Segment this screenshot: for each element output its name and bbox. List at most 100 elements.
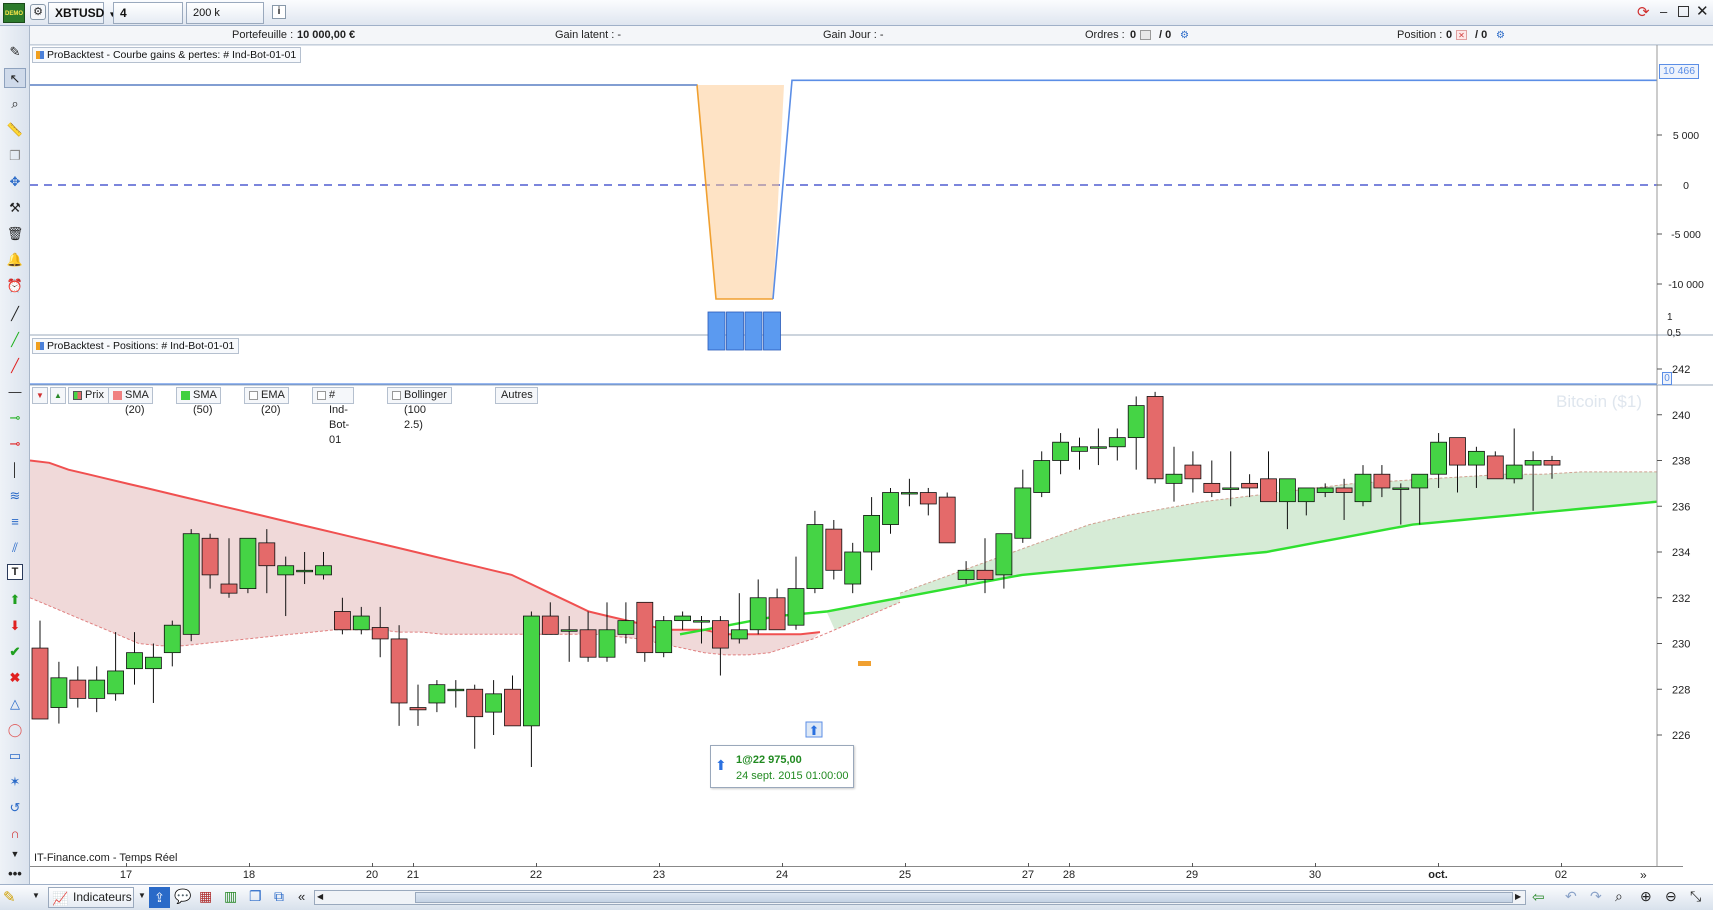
magnet-icon[interactable]: ⚒ (4, 198, 26, 218)
share-icon[interactable]: ⇪ (149, 887, 170, 908)
pattern-icon[interactable]: ✶ (4, 772, 26, 792)
redo-icon[interactable]: ↷ (1590, 888, 1602, 905)
ruler-icon[interactable]: 📏 (4, 120, 26, 140)
candle (409, 684, 427, 726)
scroll-right-icon[interactable]: » (1640, 866, 1647, 884)
horizontal-line-icon[interactable]: — (4, 382, 26, 402)
cross-icon[interactable]: ✖ (4, 668, 26, 688)
candle (145, 643, 162, 703)
more-icon[interactable]: ••• (4, 864, 26, 884)
maximize-icon[interactable] (1678, 6, 1689, 17)
scrollbar-thumb[interactable] (415, 892, 1513, 903)
sell-arrow-icon[interactable]: ⬇ (4, 616, 26, 636)
green-line-icon[interactable]: ╱ (4, 330, 26, 350)
alarm-icon[interactable]: ⏰ (4, 276, 26, 296)
red-ray-icon[interactable]: ⊸ (4, 434, 26, 454)
red-line-icon[interactable]: ╱ (4, 356, 26, 376)
position-gear-icon[interactable]: ⚙ (1496, 26, 1505, 45)
orders-label: Ordres : (1085, 29, 1125, 41)
info-icon[interactable]: i (272, 5, 286, 19)
line-tool-icon[interactable]: ╱ (4, 304, 26, 324)
indicators-icon: 📈 (52, 891, 69, 906)
orders-list-icon[interactable] (1140, 30, 1151, 40)
position-label: Position : (1397, 29, 1443, 41)
candle-up (1090, 446, 1107, 449)
rotate-icon[interactable]: ↺ (4, 798, 26, 818)
scroll-down-icon[interactable]: ▼ (4, 844, 26, 864)
window-icon[interactable]: ❐ (249, 888, 262, 905)
buy-arrow-icon: ⬆ (809, 723, 820, 738)
candle (730, 593, 748, 644)
magnet-snap-icon[interactable]: ∩ (4, 824, 26, 844)
copy-icon[interactable]: ❐ (4, 146, 26, 166)
candle (1014, 469, 1032, 543)
drawing-pen-icon[interactable]: ✎ (3, 888, 27, 907)
check-icon[interactable]: ✔ (4, 642, 26, 662)
triangle-icon[interactable]: △ (4, 694, 26, 714)
position-bar (726, 311, 744, 351)
timeframe-selector[interactable]: 4 heures▼ (113, 2, 183, 40)
candle-down (825, 528, 843, 571)
scroll-left-icon[interactable]: « (298, 889, 305, 904)
sync-icon[interactable]: ⟳ (1637, 4, 1655, 22)
candle-up (674, 615, 691, 622)
levels-icon[interactable]: ≡ (4, 512, 26, 532)
candle (1108, 428, 1126, 461)
candle (107, 632, 124, 701)
candle (1165, 446, 1183, 502)
chart-area[interactable]: Bitcoin ($1) ⬆ 5 000 0 -5 000 -10 000 1 0,5 22… (30, 45, 1713, 866)
green-ray-icon[interactable]: ⊸ (4, 408, 26, 428)
settings-icon[interactable]: ⚙ (30, 4, 46, 20)
candle-up (749, 597, 767, 631)
portfolio-label: Portefeuille : (232, 29, 294, 41)
zoom-out-icon[interactable]: ⊖ (1665, 888, 1677, 905)
zoom-fit-icon[interactable]: ⌕ (1615, 888, 1623, 905)
date-axis-label: 23 (652, 869, 666, 881)
date-axis-label: 24 (775, 869, 789, 881)
expand-view-icon[interactable]: ⤡ (1690, 888, 1701, 905)
date-axis-tick (126, 863, 127, 867)
vertical-line-icon[interactable]: │ (4, 460, 26, 480)
candle-up (598, 629, 616, 658)
indicators-button[interactable]: 📈 Indicateurs (48, 887, 134, 908)
date-axis-label: 18 (242, 869, 256, 881)
undo-icon[interactable]: ↶ (1565, 888, 1577, 905)
candle (1146, 391, 1164, 484)
close-icon[interactable]: ✕ (1696, 3, 1710, 21)
zoom-in-icon[interactable]: ⊕ (1640, 888, 1652, 905)
scroll-arrow-left-icon[interactable]: ◀ (317, 892, 323, 901)
candle (1071, 437, 1088, 470)
chevron-down-icon[interactable]: ▼ (32, 891, 40, 900)
candle (901, 478, 918, 507)
alert-icon[interactable]: 🔔 (4, 250, 26, 270)
zoom-icon[interactable]: ⌕ (4, 94, 26, 114)
units-selector[interactable]: 200 k unités▼ (186, 2, 264, 39)
orders-gear-icon[interactable]: ⚙ (1180, 26, 1189, 45)
candle (882, 487, 899, 534)
text-icon[interactable]: T (7, 564, 23, 580)
pencil-icon[interactable]: ✎ (4, 42, 26, 62)
horizontal-scrollbar[interactable]: ◀ ▶ (314, 890, 1526, 905)
minimize-icon[interactable]: – (1660, 4, 1674, 20)
chevron-down-icon[interactable]: ▼ (138, 891, 146, 900)
tools-icon[interactable]: ▥ (224, 888, 237, 905)
ellipse-icon[interactable]: ◯ (4, 720, 26, 740)
buy-arrow-icon[interactable]: ⬆ (4, 590, 26, 610)
position-close-icon[interactable]: ✕ (1456, 30, 1467, 40)
back-to-now-icon[interactable]: ⇦ (1532, 888, 1545, 906)
fibonacci-icon[interactable]: ≋ (4, 486, 26, 506)
layout-icon[interactable]: ▦ (199, 888, 212, 905)
channel-icon[interactable]: ⫽ (4, 538, 26, 558)
cursor-icon[interactable]: ↖ (4, 68, 26, 88)
scroll-arrow-right-icon[interactable]: ▶ (1515, 892, 1521, 901)
move-icon[interactable]: ✥ (4, 172, 26, 192)
candle-down (1543, 460, 1561, 466)
symbol-selector[interactable]: XBTUSD▼ (48, 2, 116, 24)
candle-down (579, 629, 597, 658)
comment-icon[interactable]: 💬 (174, 888, 191, 905)
equity-axis-label: -5 000 (1671, 229, 1701, 241)
windows-icon[interactable]: ⧉ (274, 888, 284, 905)
trash-icon[interactable]: 🗑 (4, 224, 26, 244)
candle-down (976, 569, 994, 580)
rectangle-icon[interactable]: ▭ (4, 746, 26, 766)
